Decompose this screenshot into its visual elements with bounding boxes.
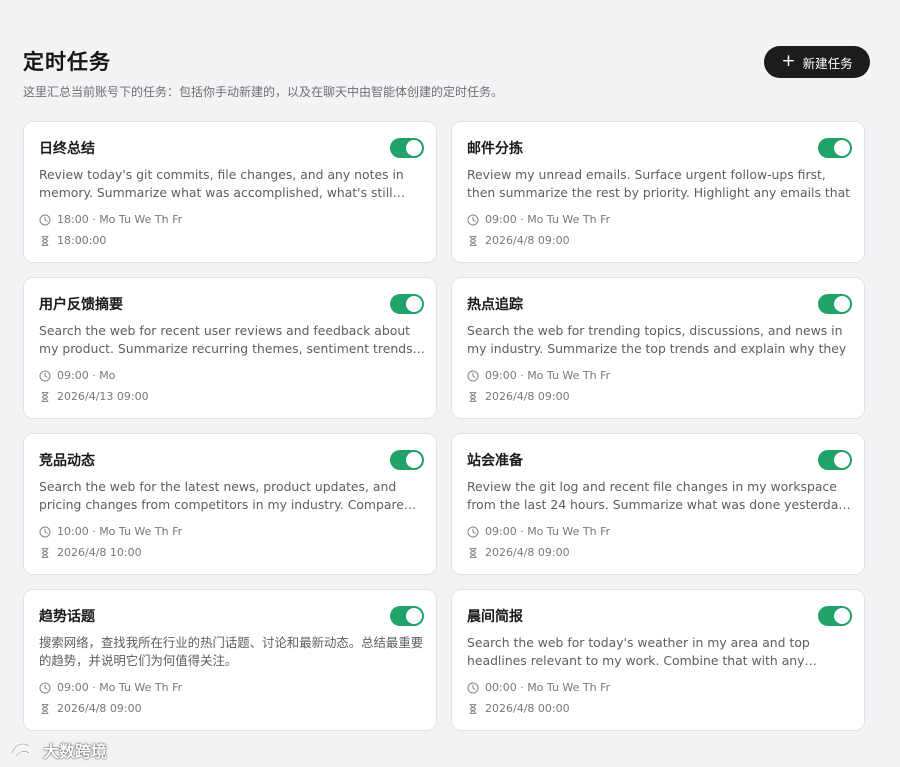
- task-toggle[interactable]: [390, 450, 424, 470]
- task-next-run: 2026/4/8 10:00: [39, 546, 142, 559]
- task-next-run: 2026/4/8 09:00: [467, 390, 570, 403]
- task-description: Review today's git commits, file changes…: [39, 167, 404, 200]
- task-title: 日终总结: [39, 141, 95, 157]
- task-title: 热点追踪: [467, 297, 523, 313]
- task-description: Search the web for the latest news, prod…: [39, 479, 404, 512]
- task-card[interactable]: 热点追踪 Search the web for trending topics,…: [451, 277, 865, 419]
- task-schedule: 00:00 · Mo Tu We Th Fr: [467, 681, 610, 694]
- task-schedule-text: 09:00 · Mo Tu We Th Fr: [485, 213, 611, 226]
- task-next-run-text: 2026/4/8 10:00: [57, 546, 142, 559]
- task-title: 趋势话题: [39, 609, 95, 625]
- task-next-run: 2026/4/8 09:00: [467, 546, 570, 559]
- window-corner: [880, 0, 900, 20]
- task-next-run-text: 18:00:00: [57, 234, 107, 247]
- task-card[interactable]: 用户反馈摘要 Search the web for recent user re…: [23, 277, 437, 419]
- task-schedule-text: 09:00 · Mo Tu We Th Fr: [485, 369, 611, 382]
- hourglass-icon: [41, 235, 49, 246]
- task-next-run: 2026/4/13 09:00: [39, 390, 149, 403]
- clock-icon: [467, 681, 479, 694]
- task-card[interactable]: 趋势话题 搜索网络，查找我所在行业的热门话题、讨论和最新动态。总结最重要的趋势，…: [23, 589, 437, 731]
- task-schedule: 09:00 · Mo: [39, 369, 115, 382]
- task-card[interactable]: 晨间简报 Search the web for today's weather …: [451, 589, 865, 731]
- task-schedule: 09:00 · Mo Tu We Th Fr: [467, 213, 610, 226]
- task-schedule-text: 09:00 · Mo Tu We Th Fr: [57, 681, 183, 694]
- task-schedule-text: 18:00 · Mo Tu We Th Fr: [57, 213, 183, 226]
- task-schedule: 10:00 · Mo Tu We Th Fr: [39, 525, 182, 538]
- page-title: 定时任务: [23, 50, 111, 74]
- clock-icon: [39, 213, 51, 226]
- task-schedule-text: 09:00 · Mo Tu We Th Fr: [485, 525, 611, 538]
- task-toggle[interactable]: [390, 606, 424, 626]
- task-schedule-text: 10:00 · Mo Tu We Th Fr: [57, 525, 183, 538]
- new-task-button[interactable]: + 新建任务: [764, 46, 870, 78]
- task-card[interactable]: 邮件分拣 Review my unread emails. Surface ur…: [451, 121, 865, 263]
- task-next-run: 18:00:00: [39, 234, 106, 247]
- task-description: Review the git log and recent file chang…: [467, 479, 850, 512]
- watermark: 大数跨境: [8, 738, 107, 762]
- task-next-run-text: 2026/4/13 09:00: [57, 390, 149, 403]
- task-description: Review my unread emails. Surface urgent …: [467, 167, 851, 200]
- task-toggle[interactable]: [818, 450, 852, 470]
- hourglass-icon: [41, 547, 49, 558]
- task-next-run-text: 2026/4/8 09:00: [485, 390, 570, 403]
- task-next-run: 2026/4/8 00:00: [467, 702, 570, 715]
- task-next-run: 2026/4/8 09:00: [39, 702, 142, 715]
- task-description: Search the web for recent user reviews a…: [39, 323, 417, 356]
- clock-icon: [39, 681, 51, 694]
- clock-icon: [467, 525, 479, 538]
- hourglass-icon: [469, 703, 477, 714]
- task-card[interactable]: 竞品动态 Search the web for the latest news,…: [23, 433, 437, 575]
- task-description: Search the web for trending topics, disc…: [467, 323, 847, 356]
- task-title: 站会准备: [467, 453, 523, 469]
- clock-icon: [467, 213, 479, 226]
- watermark-logo-icon: [10, 742, 31, 758]
- task-toggle[interactable]: [818, 294, 852, 314]
- watermark-text: 大数跨境: [43, 742, 108, 761]
- clock-icon: [39, 525, 51, 538]
- task-schedule-text: 09:00 · Mo: [57, 369, 116, 382]
- task-title: 邮件分拣: [467, 141, 523, 157]
- task-schedule: 09:00 · Mo Tu We Th Fr: [39, 681, 182, 694]
- task-schedule: 09:00 · Mo Tu We Th Fr: [467, 369, 610, 382]
- hourglass-icon: [469, 235, 477, 246]
- task-schedule-text: 00:00 · Mo Tu We Th Fr: [485, 681, 611, 694]
- page-subtitle: 这里汇总当前账号下的任务：包括你手动新建的，以及在聊天中由智能体创建的定时任务。: [23, 85, 504, 99]
- task-description: 搜索网络，查找我所在行业的热门话题、讨论和最新动态。总结最重要的趋势，并说明它们…: [39, 635, 424, 668]
- hourglass-icon: [41, 703, 49, 714]
- plus-icon: +: [781, 50, 796, 71]
- task-title: 用户反馈摘要: [39, 297, 123, 313]
- task-toggle[interactable]: [390, 138, 424, 158]
- task-schedule: 09:00 · Mo Tu We Th Fr: [467, 525, 610, 538]
- task-title: 竞品动态: [39, 453, 95, 469]
- task-card[interactable]: 站会准备 Review the git log and recent file …: [451, 433, 865, 575]
- task-next-run-text: 2026/4/8 09:00: [57, 702, 142, 715]
- new-task-label: 新建任务: [802, 55, 853, 71]
- task-toggle[interactable]: [818, 606, 852, 626]
- task-toggle[interactable]: [390, 294, 424, 314]
- task-card[interactable]: 日终总结 Review today's git commits, file ch…: [23, 121, 437, 263]
- task-title: 晨间简报: [467, 609, 523, 625]
- hourglass-icon: [469, 547, 477, 558]
- task-next-run: 2026/4/8 09:00: [467, 234, 570, 247]
- task-next-run-text: 2026/4/8 09:00: [485, 234, 570, 247]
- clock-icon: [467, 369, 479, 382]
- task-next-run-text: 2026/4/8 09:00: [485, 546, 570, 559]
- task-description: Search the web for today's weather in my…: [467, 635, 810, 668]
- clock-icon: [39, 369, 51, 382]
- task-schedule: 18:00 · Mo Tu We Th Fr: [39, 213, 182, 226]
- task-next-run-text: 2026/4/8 00:00: [485, 702, 570, 715]
- hourglass-icon: [469, 391, 477, 402]
- task-toggle[interactable]: [818, 138, 852, 158]
- hourglass-icon: [41, 391, 49, 402]
